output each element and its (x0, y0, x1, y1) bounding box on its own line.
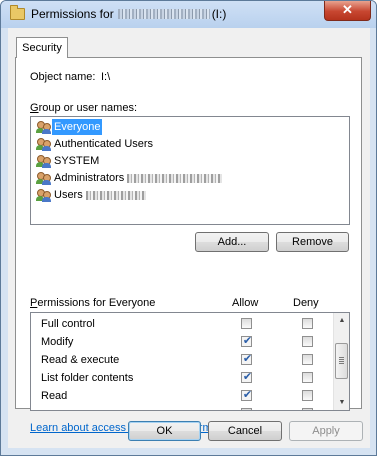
title-bar[interactable]: Permissions for (I:) ✕ (1, 1, 376, 28)
allow-checkbox-list-folder-contents[interactable]: ✔ (241, 371, 253, 383)
checkmark-icon: ✔ (242, 389, 253, 401)
remove-button[interactable]: Remove (276, 232, 349, 252)
permission-row-full-control: Full control (31, 315, 331, 333)
apply-button[interactable]: Apply (289, 421, 363, 441)
user-name: Authenticated Users (54, 138, 154, 150)
users-icon (36, 188, 52, 202)
deny-column-header: Deny (293, 297, 319, 309)
allow-checkbox-modify[interactable]: ✔ (241, 335, 253, 347)
allow-checkbox-read[interactable]: ✔ (241, 389, 253, 401)
user-name-text: Users (54, 189, 83, 201)
scroll-thumb[interactable] (335, 343, 348, 379)
scroll-down-arrow-icon[interactable]: ▼ (334, 395, 349, 410)
permissions-label: Permissions for Everyone (30, 297, 155, 309)
object-name-label: Object name: (30, 71, 96, 83)
user-name: Users (54, 187, 146, 203)
group-names-label: Group or user names: (30, 102, 137, 114)
permission-row-read: Read ✔ (31, 387, 331, 405)
allow-checkbox-full-control[interactable] (241, 318, 252, 329)
users-icon (36, 171, 52, 185)
deny-checkbox-full-control[interactable] (302, 318, 313, 329)
group-label-text: roup or user names: (38, 102, 137, 114)
permission-row-partial (31, 405, 331, 410)
close-icon: ✕ (342, 2, 353, 17)
close-button[interactable]: ✕ (324, 1, 371, 21)
permission-row-modify: Modify ✔ (31, 333, 331, 351)
checkmark-icon: ✔ (242, 335, 253, 347)
scroll-up-arrow-icon[interactable]: ▲ (334, 313, 349, 328)
folder-icon (10, 5, 25, 20)
group-label-mnemonic: G (30, 102, 39, 114)
permission-name: Modify (41, 336, 74, 348)
allow-checkbox-partial[interactable] (241, 408, 252, 410)
permissions-label-text: ermissions for Everyone (37, 297, 156, 309)
user-name: Everyone (52, 119, 103, 135)
user-item-authenticated-users[interactable]: Authenticated Users (36, 136, 346, 152)
users-icon (36, 120, 52, 134)
permission-name: List folder contents (41, 372, 134, 384)
deny-checkbox-list-folder-contents[interactable] (302, 372, 313, 383)
deny-checkbox-modify[interactable] (302, 336, 313, 347)
window-title: Permissions for (I:) (31, 7, 226, 21)
deny-checkbox-read[interactable] (302, 390, 313, 401)
permission-row-list-folder-contents: List folder contents ✔ (31, 369, 331, 387)
tab-security[interactable]: Security (16, 37, 68, 58)
redacted-machine-name (127, 173, 223, 183)
user-name: SYSTEM (54, 155, 100, 167)
security-panel: Object name: I:\ Group or user names: Ev… (15, 57, 362, 434)
user-name: Administrators (54, 170, 223, 186)
redacted-volume-name (117, 9, 210, 19)
deny-checkbox-partial[interactable] (302, 408, 313, 410)
grip-icon (339, 357, 344, 364)
user-name-text: Administrators (54, 172, 125, 184)
permission-name: Read (41, 390, 68, 402)
add-button[interactable]: Add... (195, 232, 269, 252)
user-item-system[interactable]: SYSTEM (36, 153, 346, 169)
allow-column-header: Allow (232, 297, 259, 309)
users-icon (36, 137, 52, 151)
user-item-users[interactable]: Users (36, 187, 346, 203)
cancel-button[interactable]: Cancel (208, 421, 282, 441)
dialog-client: Security Object name: I:\ Group or user … (8, 28, 370, 448)
permission-row-read-execute: Read & execute ✔ (31, 351, 331, 369)
checkmark-icon: ✔ (242, 371, 253, 383)
object-name-value: I:\ (101, 71, 111, 83)
ok-button[interactable]: OK (128, 421, 201, 441)
users-icon (36, 154, 52, 168)
deny-checkbox-read-execute[interactable] (302, 354, 313, 365)
permissions-dialog: Permissions for (I:) ✕ Security Object na… (0, 0, 377, 456)
group-user-list[interactable]: Everyone Authenticated Users SYSTEM Admi… (30, 116, 350, 225)
permission-name: Full control (41, 318, 95, 330)
permission-name: Read & execute (41, 354, 120, 366)
permissions-scrollbar[interactable]: ▲ ▼ (333, 313, 349, 410)
redacted-machine-name (85, 190, 146, 200)
title-suffix: (I:) (211, 7, 227, 21)
title-prefix: Permissions for (31, 7, 114, 21)
user-item-administrators[interactable]: Administrators (36, 170, 346, 186)
checkmark-icon: ✔ (242, 353, 253, 365)
permissions-list[interactable]: Full control Modify ✔ Read & execute ✔ L… (30, 312, 350, 411)
allow-checkbox-read-execute[interactable]: ✔ (241, 353, 253, 365)
user-item-everyone[interactable]: Everyone (36, 119, 346, 135)
